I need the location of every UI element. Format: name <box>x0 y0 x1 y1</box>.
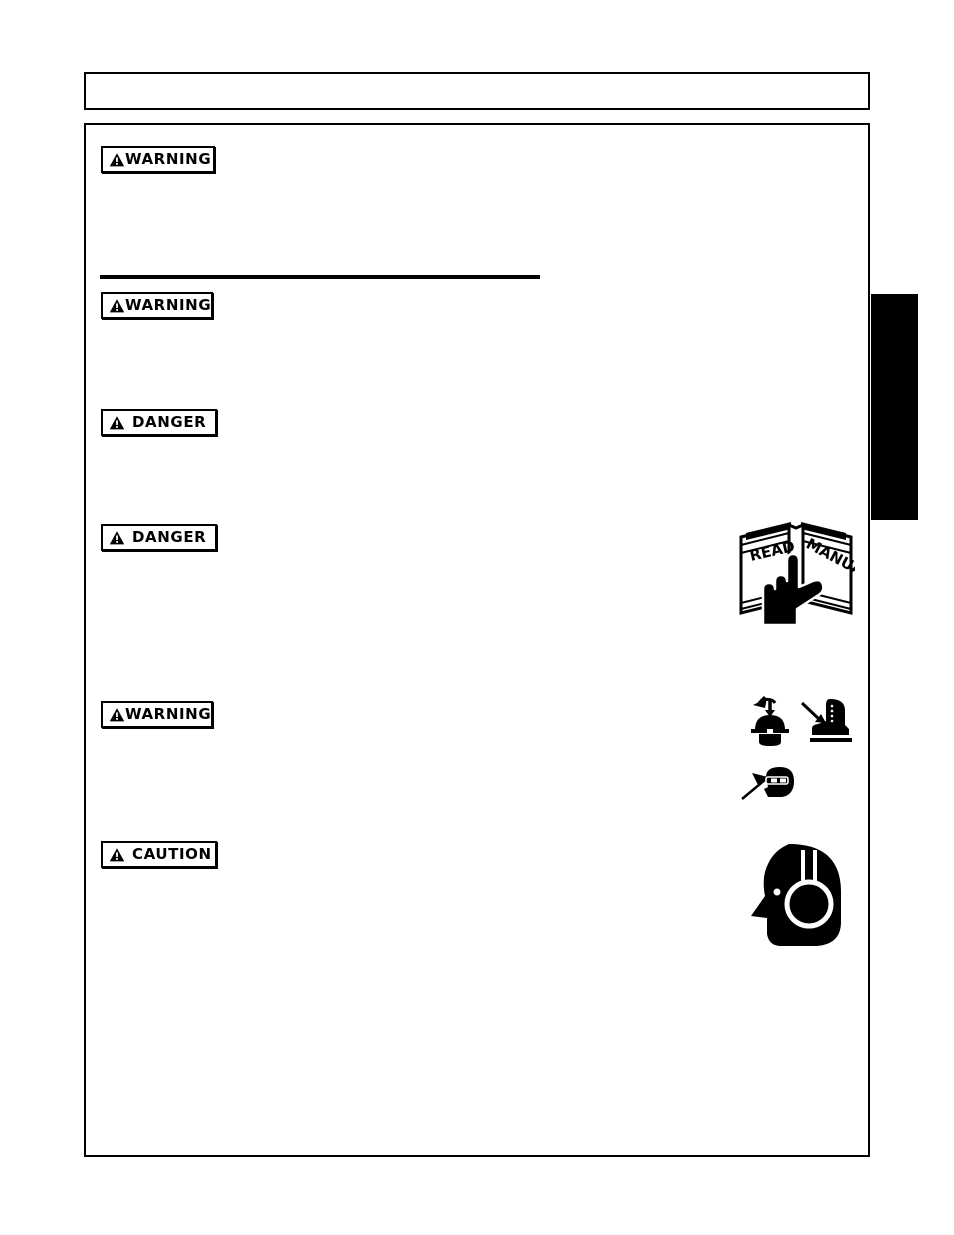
warning-triangle-icon <box>109 847 125 863</box>
warning-triangle-icon <box>109 152 125 168</box>
warning-triangle-icon <box>109 707 125 723</box>
eye-protection-icon <box>740 765 800 803</box>
signal-label-warning-2: WARNING <box>101 292 213 319</box>
warning-triangle-icon <box>109 530 125 546</box>
signal-word-text: CAUTION <box>132 844 212 863</box>
signal-word-text: DANGER <box>132 412 207 431</box>
signal-label-caution-1: CAUTION <box>101 841 217 868</box>
signal-word-text: WARNING <box>125 149 212 168</box>
signal-label-warning-1: WARNING <box>101 146 215 173</box>
read-manual-icon: READ MANUAL <box>737 515 876 627</box>
section-thumb-tab-label <box>871 294 918 300</box>
warning-triangle-icon <box>109 298 125 314</box>
signal-label-danger-1: DANGER <box>101 409 217 436</box>
page-header-box <box>84 72 870 110</box>
safety-boot-icon <box>800 697 854 745</box>
signal-label-warning-3: WARNING <box>101 701 213 728</box>
page-header-title <box>86 74 868 90</box>
section-thumb-tab <box>871 294 918 520</box>
signal-word-text: DANGER <box>132 527 207 546</box>
hearing-protection-icon <box>745 840 855 952</box>
signal-label-danger-2: DANGER <box>101 524 217 551</box>
signal-word-text: WARNING <box>125 704 212 723</box>
section-divider-rule <box>100 275 540 279</box>
manual-page: WARNING WARNING DANGER DANGER WARNING CA… <box>0 0 954 1235</box>
warning-triangle-icon <box>109 415 125 431</box>
hard-hat-icon <box>745 695 795 746</box>
signal-word-text: WARNING <box>125 295 212 314</box>
